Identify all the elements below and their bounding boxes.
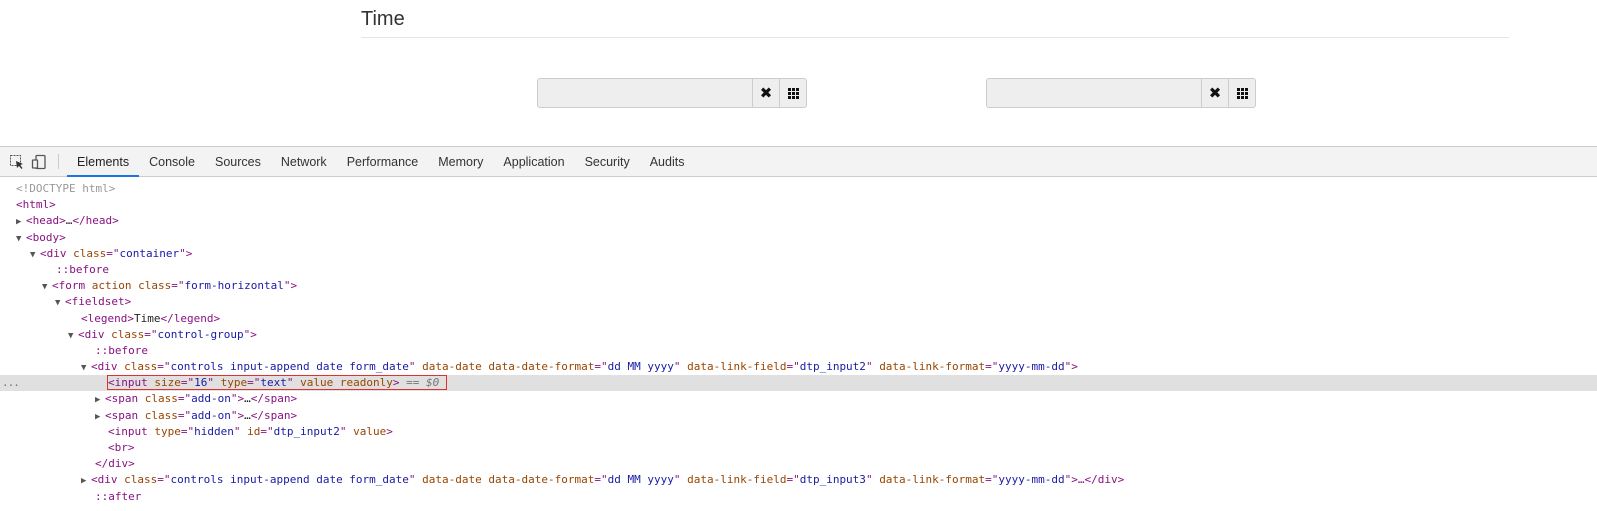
dom-node[interactable]: ::before (0, 343, 1597, 359)
dom-node[interactable]: ▼ <form action class="form-horizontal"> (0, 278, 1597, 294)
dom-node[interactable]: ▼ <body> (0, 230, 1597, 246)
more-options-icon[interactable]: ... (2, 375, 20, 391)
dom-tree: <!DOCTYPE html> <html> ▶ <head>…</head> ▼… (0, 177, 1597, 505)
device-toolbar-icon[interactable] (28, 147, 50, 176)
tab-console[interactable]: Console (139, 147, 205, 176)
page-content: Time ✖ ✖ (0, 0, 1597, 146)
inspect-element-icon[interactable] (6, 147, 28, 176)
collapse-arrow-icon[interactable]: ▼ (30, 247, 40, 263)
expand-arrow-icon[interactable]: ▶ (81, 473, 91, 489)
dom-node[interactable]: ▶ <span class="add-on">…</span> (0, 391, 1597, 407)
dom-node[interactable]: ▶ <head>…</head> (0, 213, 1597, 229)
tab-audits[interactable]: Audits (640, 147, 695, 176)
dom-node[interactable]: ::before (0, 262, 1597, 278)
dom-node[interactable]: ▶ <div class="controls input-append date … (0, 472, 1597, 488)
grid-icon (787, 87, 799, 99)
dom-node-selected[interactable]: ... <input size="16" type="text" value re… (0, 375, 1597, 392)
close-icon: ✖ (759, 83, 773, 102)
devtools-panel: Elements Console Sources Network Perform… (0, 146, 1597, 511)
dom-node[interactable]: <html> (0, 197, 1597, 213)
date-input[interactable] (986, 78, 1202, 108)
collapse-arrow-icon[interactable]: ▼ (16, 231, 26, 247)
collapse-arrow-icon[interactable]: ▼ (81, 360, 91, 376)
calendar-button[interactable] (780, 78, 807, 108)
grid-icon (1236, 87, 1248, 99)
dom-node[interactable]: ▶ <span class="add-on">…</span> (0, 408, 1597, 424)
fieldset-legend: Time (361, 6, 1509, 38)
dom-node[interactable]: <input type="hidden" id="dtp_input2" val… (0, 424, 1597, 440)
collapse-arrow-icon[interactable]: ▼ (42, 279, 52, 295)
close-icon: ✖ (1208, 83, 1222, 102)
clear-button[interactable]: ✖ (1202, 78, 1229, 108)
date-input[interactable] (537, 78, 753, 108)
dom-node[interactable]: ▼ <div class="controls input-append date … (0, 359, 1597, 375)
dom-node[interactable]: <br> (0, 440, 1597, 456)
expand-arrow-icon[interactable]: ▶ (95, 409, 105, 425)
collapse-arrow-icon[interactable]: ▼ (68, 328, 78, 344)
tab-elements[interactable]: Elements (67, 147, 140, 177)
tab-security[interactable]: Security (575, 147, 640, 176)
dom-node[interactable]: ▼ <fieldset> (0, 294, 1597, 310)
toolbar-divider (58, 154, 59, 169)
tab-performance[interactable]: Performance (337, 147, 429, 176)
clear-button[interactable]: ✖ (753, 78, 780, 108)
dom-node[interactable]: <legend>Time</legend> (0, 311, 1597, 327)
expand-arrow-icon[interactable]: ▶ (16, 214, 26, 230)
datepicker-1: ✖ (537, 78, 807, 108)
tab-sources[interactable]: Sources (205, 147, 271, 176)
tab-application[interactable]: Application (493, 147, 574, 176)
calendar-button[interactable] (1229, 78, 1256, 108)
tab-network[interactable]: Network (271, 147, 337, 176)
collapse-arrow-icon[interactable]: ▼ (55, 295, 65, 311)
dom-node[interactable]: ::after (0, 489, 1597, 505)
expand-arrow-icon[interactable]: ▶ (95, 392, 105, 408)
devtools-toolbar: Elements Console Sources Network Perform… (0, 147, 1597, 177)
dom-node[interactable]: ▼ <div class="container"> (0, 246, 1597, 262)
dom-node[interactable]: </div> (0, 456, 1597, 472)
datepicker-2: ✖ (986, 78, 1256, 108)
tab-memory[interactable]: Memory (428, 147, 493, 176)
highlighted-node: <input size="16" type="text" value reado… (107, 375, 447, 391)
dom-node[interactable]: <!DOCTYPE html> (0, 181, 1597, 197)
dom-node[interactable]: ▼ <div class="control-group"> (0, 327, 1597, 343)
